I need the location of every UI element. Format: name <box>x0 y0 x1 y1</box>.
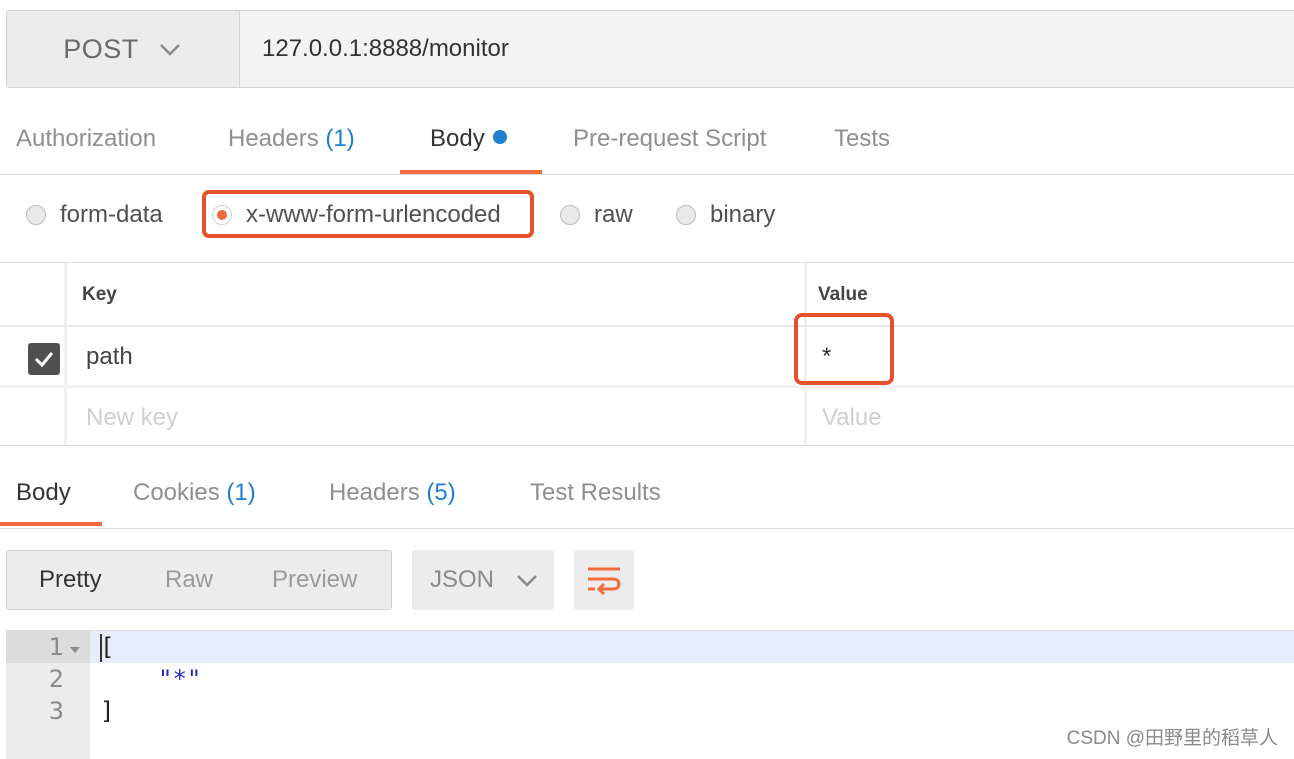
method-label: POST <box>63 33 139 64</box>
modified-dot-icon <box>492 130 507 144</box>
column-divider <box>64 263 67 445</box>
tab-label: Pre-request Script <box>573 125 767 152</box>
code-line: ] <box>100 697 115 725</box>
radio-raw[interactable]: raw <box>560 186 633 244</box>
tab-authorization[interactable]: Authorization <box>16 108 156 174</box>
checkmark-icon <box>34 352 54 368</box>
tab-count: (5) <box>426 479 456 506</box>
radio-label: form-data <box>60 201 163 228</box>
tab-label: Body <box>16 479 71 506</box>
chevron-down-icon <box>517 575 537 587</box>
tab-count: (1) <box>325 125 355 152</box>
view-mode-group: Pretty Raw Preview <box>6 550 392 610</box>
tab-label: Cookies <box>133 479 220 506</box>
row-checkbox[interactable] <box>28 343 60 375</box>
wrap-lines-button[interactable] <box>574 550 634 610</box>
method-dropdown[interactable]: POST <box>7 11 240 87</box>
pretty-button[interactable]: Pretty <box>39 551 102 609</box>
tab-label: Test Results <box>530 479 661 506</box>
wrap-lines-icon <box>588 567 621 596</box>
line-number: 2 <box>48 665 64 693</box>
line-number: 3 <box>48 697 64 725</box>
active-line-highlight <box>90 631 1294 663</box>
tab-label: Headers <box>329 479 420 506</box>
format-label: JSON <box>430 566 495 593</box>
params-table: Key Value path * New key Value <box>0 262 1294 446</box>
url-bar: POST <box>6 10 1294 88</box>
new-value-input[interactable]: Value <box>822 404 882 432</box>
line-number: 1 <box>48 633 64 661</box>
tab-headers[interactable]: Headers (1) <box>228 108 355 174</box>
radio-form-data[interactable]: form-data <box>26 186 163 244</box>
key-column-header: Key <box>82 284 117 305</box>
preview-button[interactable]: Preview <box>272 551 357 609</box>
tab-pre-request-script[interactable]: Pre-request Script <box>573 108 766 174</box>
highlight-box-value <box>794 313 894 385</box>
tab-tests[interactable]: Tests <box>834 108 890 174</box>
radio-label: raw <box>594 201 633 228</box>
url-input[interactable] <box>240 11 1294 87</box>
row-divider <box>0 385 1294 388</box>
tab-label: Headers <box>228 125 319 152</box>
tab-label: Tests <box>834 125 891 152</box>
format-dropdown[interactable]: JSON <box>412 550 554 610</box>
radio-binary[interactable]: binary <box>676 186 775 244</box>
radio-circle <box>26 205 46 225</box>
tab-count: (1) <box>226 479 256 506</box>
radio-circle <box>560 205 580 225</box>
raw-button[interactable]: Raw <box>165 551 213 609</box>
new-key-input[interactable]: New key <box>86 404 178 432</box>
tab-label: Body <box>430 125 485 152</box>
watermark: CSDN @田野里的稻草人 <box>1066 728 1278 749</box>
tab-label: Authorization <box>16 125 157 152</box>
tab-response-body[interactable]: Body <box>0 460 102 526</box>
fold-arrow-icon[interactable] <box>70 647 80 653</box>
radio-label: binary <box>710 201 776 228</box>
tab-body[interactable]: Body <box>400 108 542 174</box>
row-key-cell[interactable]: path <box>86 343 133 371</box>
body-type-selector: form-data x-www-form-urlencoded raw bina… <box>0 186 1294 246</box>
code-line: [ <box>100 633 115 661</box>
highlight-box-body-type <box>202 190 534 238</box>
request-tabs: Authorization Headers (1) Body Pre-reque… <box>0 108 1294 175</box>
response-tabs: Body Cookies (1) Headers (5) Test Result… <box>0 460 1294 529</box>
tab-response-headers[interactable]: Headers (5) <box>329 460 456 526</box>
chevron-down-icon <box>159 44 180 56</box>
row-divider <box>0 325 1294 327</box>
tab-cookies[interactable]: Cookies (1) <box>133 460 256 526</box>
radio-circle <box>676 205 696 225</box>
tab-test-results[interactable]: Test Results <box>530 460 661 526</box>
code-line: "*" <box>158 665 202 693</box>
